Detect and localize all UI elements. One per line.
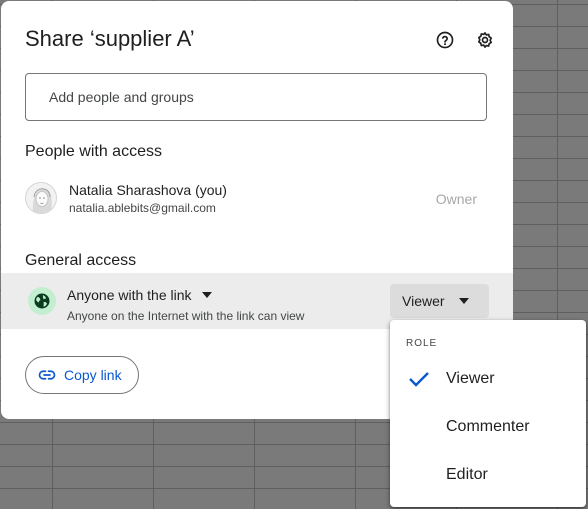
link-icon — [38, 366, 56, 384]
globe-icon — [28, 287, 56, 315]
help-button[interactable] — [433, 28, 457, 52]
role-option-editor[interactable]: Editor — [390, 453, 586, 497]
link-scope-label: Anyone with the link — [67, 287, 192, 303]
add-people-input[interactable] — [47, 88, 471, 106]
person-email: natalia.ablebits@gmail.com — [69, 201, 216, 215]
link-scope-dropdown[interactable]: Anyone with the link — [67, 287, 212, 303]
role-option-label: Commenter — [446, 418, 530, 435]
copy-link-button[interactable]: Copy link — [25, 356, 139, 394]
avatar — [25, 182, 57, 214]
role-option-label: Viewer — [446, 370, 495, 387]
general-access-heading: General access — [25, 252, 137, 269]
role-menu: ROLE Viewer Commenter Editor — [390, 320, 586, 507]
role-option-commenter[interactable]: Commenter — [390, 405, 586, 449]
role-dropdown-button[interactable]: Viewer — [390, 284, 489, 318]
person-role: Owner — [435, 191, 477, 207]
help-circle-icon — [436, 31, 454, 49]
link-scope-description: Anyone on the Internet with the link can… — [67, 309, 305, 323]
role-dropdown-label: Viewer — [402, 293, 445, 309]
people-with-access-heading: People with access — [25, 143, 162, 160]
checkmark-icon — [409, 372, 429, 387]
role-option-viewer[interactable]: Viewer — [390, 357, 586, 401]
caret-down-icon — [458, 298, 469, 304]
dialog-title: Share ‘supplier A’ — [25, 26, 195, 51]
settings-button[interactable] — [473, 28, 497, 52]
role-menu-heading: ROLE — [406, 338, 438, 349]
add-people-field[interactable] — [25, 73, 487, 121]
gear-icon — [478, 32, 492, 48]
role-option-label: Editor — [446, 466, 488, 483]
person-name: Natalia Sharashova (you) — [69, 182, 227, 198]
copy-link-label: Copy link — [64, 367, 122, 383]
caret-down-icon — [201, 292, 212, 298]
